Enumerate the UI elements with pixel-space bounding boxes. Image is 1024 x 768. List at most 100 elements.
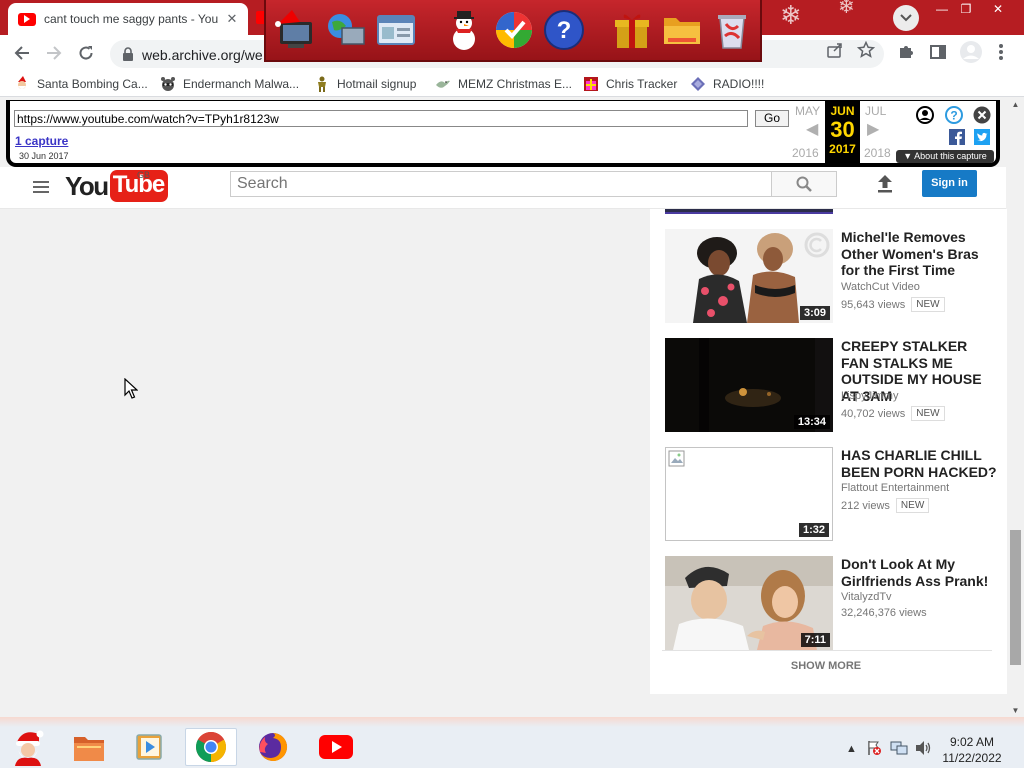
search-input[interactable]: [231, 172, 771, 196]
bookmark-hotmail[interactable]: Hotmail signup: [314, 75, 416, 93]
new-badge: NEW: [895, 498, 930, 513]
extensions-button[interactable]: [897, 43, 915, 61]
hamburger-menu-icon[interactable]: [33, 181, 49, 193]
video-title[interactable]: Don't Look At My Girlfriends Ass Prank!: [841, 556, 997, 589]
action-center-flag-icon[interactable]: [866, 740, 882, 756]
side-panel-button[interactable]: [929, 43, 947, 61]
folder-icon[interactable]: [660, 8, 704, 52]
tab-title: cant touch me saggy pants - You: [44, 12, 219, 26]
youtube-icon[interactable]: [310, 728, 362, 766]
tab-search-button[interactable]: [893, 5, 919, 31]
user-account-icon[interactable]: [916, 106, 934, 124]
list-item[interactable]: 13:34 CREEPY STALKER FAN STALKS ME OUTSI…: [665, 338, 1000, 434]
bookmark-radio[interactable]: RADIO!!!!: [690, 75, 764, 93]
wayback-next-year[interactable]: 2018: [864, 146, 891, 160]
video-channel[interactable]: VitalyzdTv: [841, 591, 892, 603]
scroll-up-icon[interactable]: ▲: [1007, 97, 1024, 111]
recommended-videos: 3:09 Michel'le Removes Other Women's Bra…: [650, 209, 1007, 694]
firefox-icon[interactable]: [247, 728, 299, 766]
media-player-icon[interactable]: [124, 728, 176, 766]
snowflake-icon: ❄: [838, 0, 855, 18]
wayback-prev-arrow-icon[interactable]: ◀: [806, 119, 818, 139]
wayback-close-icon[interactable]: [973, 106, 991, 124]
wayback-current-date: JUN 30 2017: [825, 101, 860, 163]
arrow-right-icon: [47, 46, 62, 60]
profile-button[interactable]: [959, 40, 983, 64]
recycle-bin-icon[interactable]: [710, 8, 754, 52]
chrome-icon[interactable]: [185, 728, 237, 766]
wayback-prev-month[interactable]: MAY: [795, 104, 820, 118]
wayback-next-arrow-icon[interactable]: ▶: [867, 119, 879, 139]
reload-icon: [79, 46, 93, 60]
wayback-prev-year[interactable]: 2016: [792, 146, 819, 160]
santa-start-icon[interactable]: [2, 728, 54, 766]
maximize-button[interactable]: ❐: [950, 0, 982, 18]
clock[interactable]: 9:02 AM 11/22/2022: [936, 734, 1008, 766]
bookmark-star-button[interactable]: [857, 41, 875, 59]
volume-icon[interactable]: [914, 740, 932, 756]
video-channel[interactable]: WatchCut Video: [841, 281, 920, 293]
window-app-icon[interactable]: [374, 8, 418, 52]
scroll-down-icon[interactable]: ▼: [1007, 703, 1024, 717]
show-more-button[interactable]: SHOW MORE: [650, 660, 1002, 672]
diamond-icon: [690, 76, 706, 92]
star-icon: [857, 41, 875, 58]
back-button[interactable]: [7, 38, 37, 68]
wayback-help-icon[interactable]: ?: [945, 106, 963, 124]
forward-button[interactable]: [39, 38, 69, 68]
tab-close-icon[interactable]: ✕: [224, 11, 240, 27]
video-thumbnail-partial[interactable]: [665, 209, 833, 214]
list-item[interactable]: 7:11 Don't Look At My Girlfriends Ass Pr…: [665, 556, 1000, 652]
wayback-next-month[interactable]: JUL: [865, 104, 886, 118]
help-icon[interactable]: ?: [542, 8, 586, 52]
upload-button[interactable]: [876, 174, 894, 194]
video-thumbnail[interactable]: 1:32: [665, 447, 833, 541]
computer-santa-hat-icon[interactable]: [274, 8, 318, 52]
search-box[interactable]: [230, 171, 772, 197]
colorful-shield-icon[interactable]: [492, 8, 536, 52]
snowman-icon[interactable]: [442, 8, 486, 52]
video-thumbnail[interactable]: 13:34: [665, 338, 833, 432]
network-icon[interactable]: [890, 740, 908, 756]
close-window-button[interactable]: ✕: [982, 0, 1014, 18]
scrollbar-thumb[interactable]: [1010, 530, 1021, 665]
about-this-capture-button[interactable]: ▼ About this capture: [896, 150, 994, 163]
video-channel[interactable]: LispyJimmy: [841, 390, 898, 402]
youtube-favicon-icon: [18, 12, 36, 26]
bookmark-chris-tracker[interactable]: Chris Tracker: [583, 75, 677, 93]
list-item[interactable]: 1:32 HAS CHARLIE CHILL BEEN PORN HACKED?…: [665, 447, 1000, 543]
svg-text:?: ?: [950, 109, 957, 123]
wayback-captures-link[interactable]: 1 capture: [15, 134, 68, 148]
menu-button[interactable]: [998, 43, 1004, 61]
wayback-url-input[interactable]: https://www.youtube.com/watch?v=TPyh1r81…: [14, 110, 748, 127]
bookmark-memz[interactable]: MEMZ Christmas E...: [435, 75, 572, 93]
list-item[interactable]: 3:09 Michel'le Removes Other Women's Bra…: [665, 229, 1000, 325]
bookmark-santa-bombing[interactable]: Santa Bombing Ca...: [14, 75, 148, 93]
youtube-logo[interactable]: You Tube GB: [65, 170, 169, 202]
folder-icon[interactable]: [63, 728, 115, 766]
tab-active[interactable]: cant touch me saggy pants - You ✕: [8, 3, 248, 35]
video-thumbnail[interactable]: 7:11: [665, 556, 833, 650]
video-views: 40,702 views: [841, 407, 906, 420]
christmas-toolbar: ?: [264, 0, 762, 62]
video-channel[interactable]: Flattout Entertainment: [841, 482, 949, 494]
video-title[interactable]: HAS CHARLIE CHILL BEEN PORN HACKED?: [841, 447, 997, 480]
bookmark-endermanch[interactable]: Endermanch Malwa...: [160, 75, 299, 93]
gift-box-icon[interactable]: [610, 8, 654, 52]
wayback-current-day: 30: [830, 117, 855, 142]
sign-in-button[interactable]: Sign in: [922, 170, 977, 197]
search-button[interactable]: [771, 171, 837, 197]
share-button[interactable]: [826, 41, 844, 59]
new-badge: NEW: [911, 297, 945, 312]
show-hidden-icons-icon[interactable]: ▲: [846, 743, 857, 755]
video-title[interactable]: Michel'le Removes Other Women's Bras for…: [841, 229, 997, 279]
facebook-icon[interactable]: [949, 129, 965, 145]
page-scrollbar[interactable]: ▲ ▼: [1007, 97, 1024, 717]
new-badge: NEW: [911, 406, 945, 421]
video-thumbnail[interactable]: 3:09: [665, 229, 833, 323]
globe-monitor-icon[interactable]: [324, 8, 368, 52]
wayback-go-button[interactable]: Go: [755, 110, 789, 127]
twitter-icon[interactable]: [974, 129, 990, 145]
reload-button[interactable]: [71, 38, 101, 68]
video-meta: 40,702 views NEW: [841, 406, 945, 421]
